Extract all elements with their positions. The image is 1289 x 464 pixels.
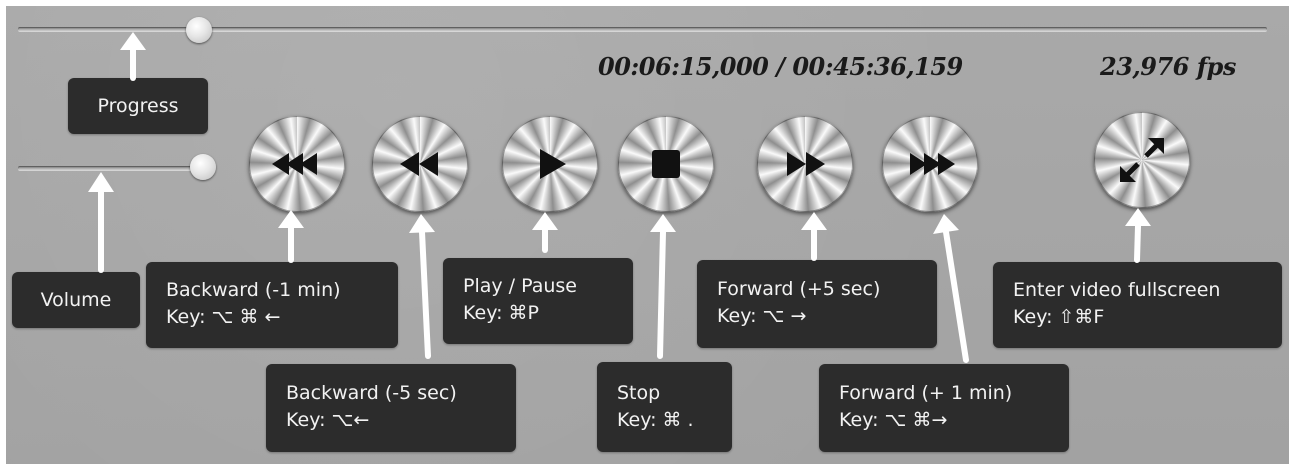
backward-5-sec-callout: Backward (-5 sec) Key: ⌥← bbox=[266, 364, 516, 452]
progress-callout: Progress bbox=[68, 78, 208, 134]
double-left-triangle-icon bbox=[400, 152, 438, 176]
backward-5-sec-title: Backward (-5 sec) bbox=[286, 382, 457, 404]
volume-knob[interactable] bbox=[190, 154, 216, 180]
play-pause-callout: Play / Pause Key: ⌘P bbox=[443, 258, 633, 344]
forward-1-min-callout: Forward (+ 1 min) Key: ⌥ ⌘→ bbox=[819, 364, 1069, 452]
backward-5-sec-key: Key: ⌥← bbox=[286, 409, 370, 431]
backward-1-min-key: Key: ⌥ ⌘ ← bbox=[166, 306, 281, 328]
forward-1-min-title: Forward (+ 1 min) bbox=[839, 382, 1013, 404]
stop-square-icon bbox=[652, 150, 680, 178]
progress-knob[interactable] bbox=[186, 17, 212, 43]
volume-callout-title: Volume bbox=[40, 289, 112, 311]
time-separator: / bbox=[776, 52, 785, 81]
play-pause-key: Key: ⌘P bbox=[463, 302, 539, 324]
forward-5-sec-callout: Forward (+5 sec) Key: ⌥ → bbox=[697, 260, 937, 348]
current-time: 00:06:15,000 bbox=[598, 52, 769, 81]
triple-left-triangle-icon bbox=[272, 153, 317, 175]
forward-5-sec-key: Key: ⌥ → bbox=[717, 305, 807, 327]
stop-button[interactable] bbox=[618, 116, 714, 212]
backward-1-min-callout: Backward (-1 min) Key: ⌥ ⌘ ← bbox=[146, 262, 398, 348]
forward-5-sec-title: Forward (+5 sec) bbox=[717, 278, 881, 300]
volume-callout: Volume bbox=[12, 272, 140, 328]
forward-1-min-button[interactable] bbox=[882, 116, 978, 212]
backward-1-min-title: Backward (-1 min) bbox=[166, 279, 341, 301]
fullscreen-title: Enter video fullscreen bbox=[1013, 279, 1221, 301]
backward-5-sec-button[interactable] bbox=[372, 116, 468, 212]
play-pause-button[interactable] bbox=[502, 116, 598, 212]
triple-right-triangle-icon bbox=[910, 153, 955, 175]
fullscreen-callout: Enter video fullscreen Key: ⇧⌘F bbox=[993, 262, 1282, 348]
forward-5-sec-button[interactable] bbox=[757, 116, 853, 212]
play-pause-title: Play / Pause bbox=[463, 275, 577, 297]
stop-key: Key: ⌘ . bbox=[617, 409, 694, 431]
fullscreen-key: Key: ⇧⌘F bbox=[1013, 306, 1105, 328]
play-triangle-icon bbox=[540, 149, 566, 179]
timecode-readout: 00:06:15,000 / 00:45:36,159 bbox=[598, 52, 963, 81]
backward-1-min-button[interactable] bbox=[249, 116, 345, 212]
fps-readout: 23,976 fps bbox=[1100, 52, 1236, 81]
progress-callout-title: Progress bbox=[97, 95, 179, 117]
diagonal-expand-arrows-icon bbox=[1120, 138, 1164, 182]
fullscreen-button[interactable] bbox=[1094, 112, 1190, 208]
forward-1-min-key: Key: ⌥ ⌘→ bbox=[839, 409, 948, 431]
total-duration: 00:45:36,159 bbox=[792, 52, 963, 81]
double-right-triangle-icon bbox=[787, 152, 825, 176]
stop-callout: Stop Key: ⌘ . bbox=[597, 362, 732, 452]
stop-title: Stop bbox=[617, 382, 661, 404]
volume-track[interactable] bbox=[18, 166, 208, 170]
